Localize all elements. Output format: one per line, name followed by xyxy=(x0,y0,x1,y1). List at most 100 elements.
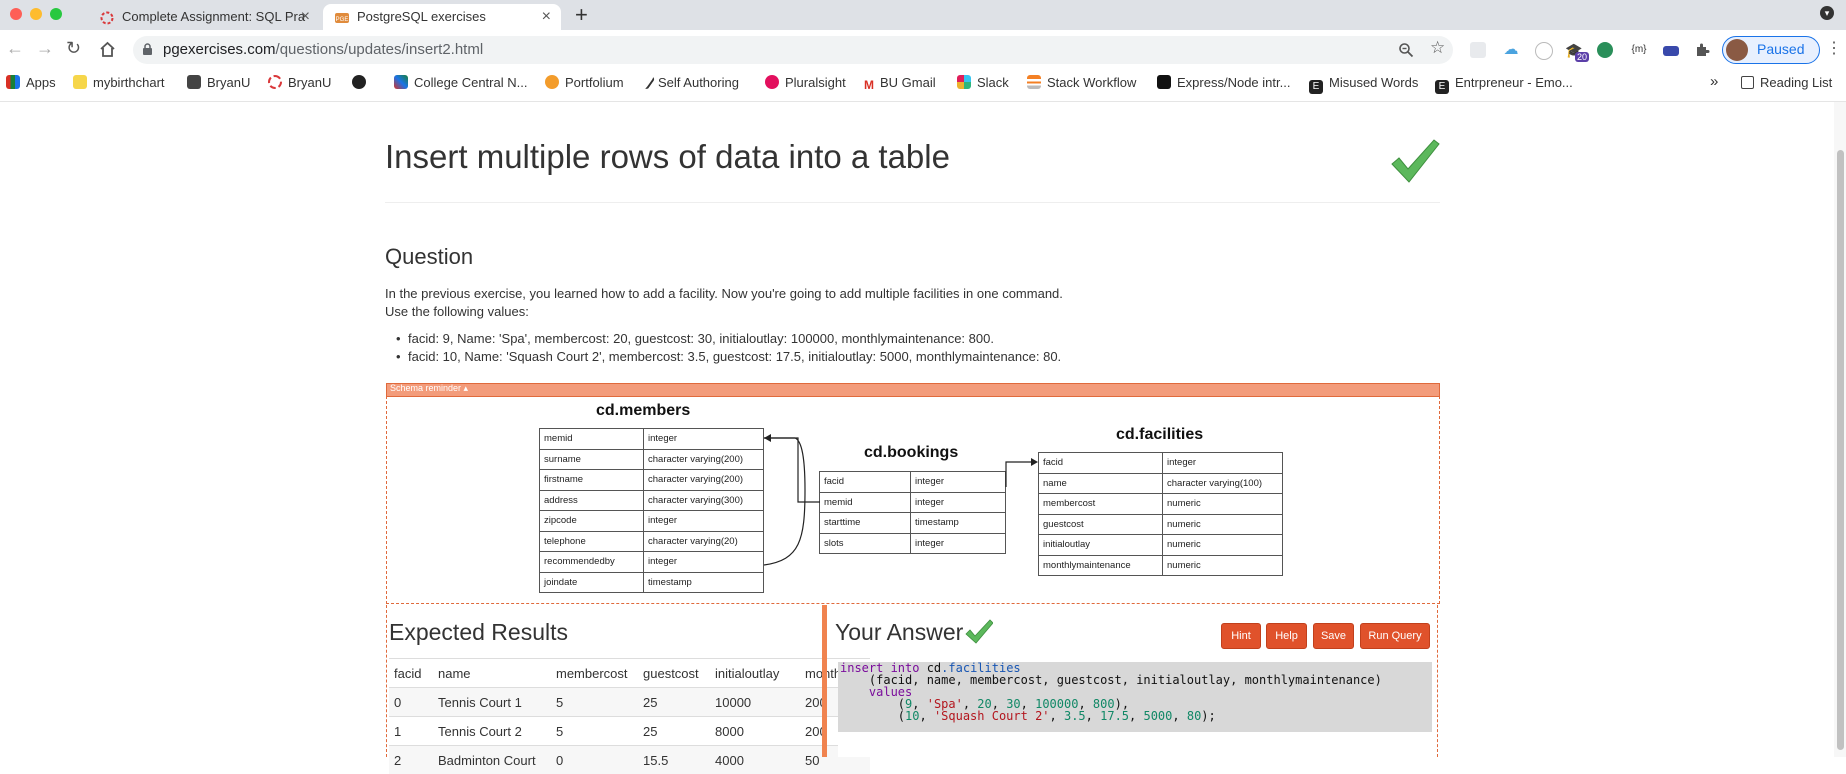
close-tab-icon[interactable]: × xyxy=(542,4,551,30)
extension-icon[interactable] xyxy=(1663,46,1679,56)
column-type: integer xyxy=(644,511,764,532)
code-number: 5000 xyxy=(1143,709,1172,723)
extension-badge: 20 xyxy=(1575,52,1589,62)
bookmark-portfolium[interactable]: Portfolium xyxy=(545,75,624,90)
schema-reminder-toggle[interactable]: Schema reminder ▴ xyxy=(386,383,1440,397)
bookmark-mybirthchart[interactable]: mybirthchart xyxy=(73,75,165,90)
bookmark-stack-workflow[interactable]: Stack Workflow xyxy=(1027,75,1136,90)
hint-button[interactable]: Hint xyxy=(1221,623,1261,649)
e-icon: E xyxy=(1435,80,1449,94)
schema-row: initialoutlaynumeric xyxy=(1039,535,1283,556)
github-icon xyxy=(352,75,366,89)
sql-editor[interactable]: insert into cd.facilities (facid, name, … xyxy=(838,662,1432,732)
bookmark-apps[interactable]: Apps xyxy=(6,75,56,90)
table-cell: 8000 xyxy=(710,717,800,746)
table-cell: 10000 xyxy=(710,688,800,717)
bookmark-college-central[interactable]: College Central N... xyxy=(394,75,527,90)
code-number: 80 xyxy=(1187,709,1201,723)
table-row: 1Tennis Court 25258000200 xyxy=(389,717,870,746)
bookmark-star-icon[interactable]: ☆ xyxy=(1430,38,1445,58)
bookmark-bu-gmail[interactable]: MBU Gmail xyxy=(864,75,936,92)
bookmark-github[interactable] xyxy=(352,75,372,90)
bookmark-label: BryanU xyxy=(288,75,331,90)
close-window-button[interactable] xyxy=(10,8,22,20)
table-cell: Tennis Court 1 xyxy=(433,688,551,717)
table-cell: 5 xyxy=(551,688,638,717)
expected-results-heading: Expected Results xyxy=(389,619,568,646)
column-name: joindate xyxy=(540,572,644,593)
bookmark-label: Slack xyxy=(977,75,1009,90)
extension-icon[interactable] xyxy=(1535,42,1553,60)
table-cell: 2 xyxy=(389,746,433,774)
bookmark-label: Apps xyxy=(26,75,56,90)
forward-icon[interactable]: → xyxy=(36,38,54,59)
tab-postgresql-exercises[interactable]: PGE PostgreSQL exercises × xyxy=(323,4,561,30)
question-text: Use the following values: xyxy=(385,304,529,319)
column-name: monthlymaintenance xyxy=(1039,555,1163,576)
column-name: facid xyxy=(1039,453,1163,474)
reading-list-label: Reading List xyxy=(1760,75,1832,90)
minimize-window-button[interactable] xyxy=(30,8,42,20)
bookmark-slack[interactable]: Slack xyxy=(957,75,1009,90)
column-name: zipcode xyxy=(540,511,644,532)
bookmark-misused-words[interactable]: EMisused Words xyxy=(1309,75,1418,94)
bookmark-label: BryanU xyxy=(207,75,250,90)
column-name: address xyxy=(540,490,644,511)
scrollbar-thumb[interactable] xyxy=(1837,150,1844,750)
tab-search-icon[interactable]: ▾ xyxy=(1820,6,1834,20)
save-button[interactable]: Save xyxy=(1313,623,1354,649)
bookmark-bryanu-1[interactable]: BryanU xyxy=(187,75,250,90)
extension-icon[interactable] xyxy=(1470,42,1486,58)
bookmarks-overflow-button[interactable]: » xyxy=(1710,73,1718,90)
bookmark-express-node[interactable]: Express/Node intr... xyxy=(1157,75,1290,90)
puzzle-icon[interactable] xyxy=(1694,42,1710,58)
zoom-icon[interactable] xyxy=(1398,42,1414,58)
members-schema-table: memidintegersurnamecharacter varying(200… xyxy=(539,428,764,593)
pgex-icon: PGE xyxy=(335,11,349,25)
column-header: facid xyxy=(389,659,433,688)
bookmark-bryanu-2[interactable]: BryanU xyxy=(268,75,331,90)
schema-row: monthlymaintenancenumeric xyxy=(1039,555,1283,576)
members-table-title: cd.members xyxy=(596,402,690,420)
bookmark-pluralsight[interactable]: Pluralsight xyxy=(765,75,846,90)
schema-row: namecharacter varying(100) xyxy=(1039,473,1283,494)
lock-icon[interactable] xyxy=(142,43,153,56)
avatar xyxy=(1726,39,1748,61)
column-header: name xyxy=(433,659,551,688)
panda-extension-icon[interactable] xyxy=(1597,42,1613,58)
code-number: 10 xyxy=(905,709,919,723)
table-cell: 0 xyxy=(389,688,433,717)
schema-row: firstnamecharacter varying(200) xyxy=(540,470,764,491)
bookmark-self-authoring[interactable]: Self Authoring xyxy=(644,75,739,90)
bookmark-label: College Central N... xyxy=(414,75,527,90)
tab-complete-assignment[interactable]: Complete Assignment: SQL Pra × xyxy=(88,4,320,30)
browser-menu-icon[interactable]: ⋮ xyxy=(1826,38,1842,58)
bookmark-entrepreneur[interactable]: E Entrpreneur - Emo... xyxy=(1435,75,1573,94)
facilities-table-title: cd.facilities xyxy=(1116,426,1203,444)
run-query-button[interactable]: Run Query xyxy=(1360,623,1430,649)
cloud-extension-icon[interactable]: ☁ xyxy=(1503,42,1519,58)
maximize-window-button[interactable] xyxy=(50,8,62,20)
url-text[interactable]: pgexercises.com/questions/updates/insert… xyxy=(163,41,483,58)
json-extension-icon[interactable]: {m} xyxy=(1629,42,1649,58)
schema-row: surnamecharacter varying(200) xyxy=(540,449,764,470)
profile-button[interactable]: Paused xyxy=(1722,36,1820,64)
column-type: numeric xyxy=(1163,555,1283,576)
table-cell: 5 xyxy=(551,717,638,746)
reading-list-button[interactable]: Reading List xyxy=(1741,75,1832,90)
sql-editor-blank[interactable] xyxy=(838,732,1430,757)
facilities-schema-table: facidintegernamecharacter varying(100)me… xyxy=(1038,452,1283,576)
back-icon[interactable]: ← xyxy=(6,38,24,59)
help-button[interactable]: Help xyxy=(1266,623,1307,649)
new-tab-button[interactable]: + xyxy=(575,2,588,28)
column-header: initialoutlay xyxy=(710,659,800,688)
answer-correct-check-icon xyxy=(965,619,993,645)
schema-row: memidinteger xyxy=(540,429,764,450)
bookmark-label: Stack Workflow xyxy=(1047,75,1136,90)
close-tab-icon[interactable]: × xyxy=(301,4,310,30)
column-name: recommendedby xyxy=(540,552,644,573)
column-header: membercost xyxy=(551,659,638,688)
bookmark-label: Entrpreneur - Emo... xyxy=(1455,75,1573,90)
reload-icon[interactable]: ↻ xyxy=(66,38,81,59)
home-icon[interactable] xyxy=(99,41,116,58)
